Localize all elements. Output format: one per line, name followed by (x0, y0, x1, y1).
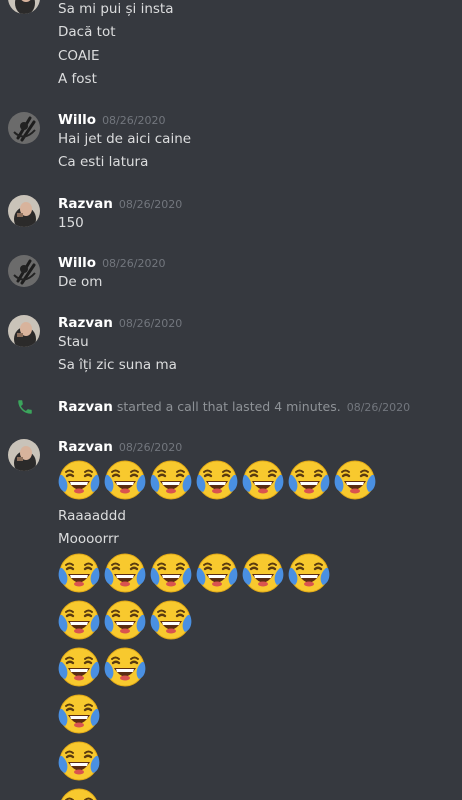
message-text: Ca esti latura (58, 154, 149, 170)
avatar-image (8, 195, 40, 227)
joy-emoji[interactable] (103, 551, 147, 595)
emoji-row (57, 786, 101, 800)
emoji-row (57, 598, 193, 642)
message-text: Sa mi pui și insta (58, 1, 174, 17)
joy-emoji[interactable] (57, 551, 101, 595)
avatar-image (8, 0, 40, 14)
message-text: Moooorrr (58, 531, 119, 547)
joy-emoji[interactable] (287, 458, 331, 502)
message-text: Hai jet de aici caine (58, 131, 192, 147)
call-message: Razvan started a call that lasted 4 minut… (58, 397, 410, 417)
message-text: Dacă tot (58, 24, 116, 40)
username[interactable]: Willo (58, 255, 96, 271)
joy-emoji[interactable] (57, 645, 101, 689)
joy-emoji[interactable] (195, 458, 239, 502)
timestamp: 08/26/2020 (118, 441, 183, 454)
user-avatar[interactable] (8, 0, 40, 14)
username[interactable]: Willo (58, 112, 96, 128)
avatar-image (8, 112, 40, 144)
joy-emoji[interactable] (103, 598, 147, 642)
message-header: Razvan 08/26/2020 (58, 437, 182, 457)
joy-emoji[interactable] (103, 458, 147, 502)
message-text: Raaaaddd (58, 508, 126, 524)
joy-emoji[interactable] (287, 551, 331, 595)
message-text: Stau (58, 334, 89, 350)
emoji-row (57, 458, 377, 502)
avatar-image (8, 255, 40, 287)
user-avatar[interactable] (8, 439, 40, 471)
joy-emoji[interactable] (333, 458, 377, 502)
username[interactable]: Razvan (58, 315, 113, 331)
emoji-row (57, 692, 101, 736)
chat-messages: Sa mi pui și insta Dacă tot COAIE A fost… (0, 0, 462, 800)
joy-emoji[interactable] (195, 551, 239, 595)
username[interactable]: Razvan (58, 399, 113, 415)
emoji-row (57, 645, 147, 689)
user-avatar[interactable] (8, 195, 40, 227)
timestamp: 08/26/2020 (102, 257, 166, 270)
message-header: Willo 08/26/2020 (58, 253, 165, 273)
message-text: A fost (58, 71, 97, 87)
call-text: started a call that lasted 4 minutes. (116, 399, 341, 414)
timestamp: 08/26/2020 (102, 114, 166, 127)
joy-emoji[interactable] (241, 551, 285, 595)
message-header: Razvan 08/26/2020 (58, 313, 182, 333)
timestamp: 08/26/2020 (346, 401, 411, 414)
joy-emoji[interactable] (149, 598, 193, 642)
joy-emoji[interactable] (57, 458, 101, 502)
user-avatar[interactable] (8, 112, 40, 144)
user-avatar[interactable] (8, 315, 40, 347)
joy-emoji[interactable] (149, 458, 193, 502)
message-header: Razvan 08/26/2020 (58, 194, 182, 214)
emoji-row (57, 739, 101, 783)
joy-emoji[interactable] (57, 598, 101, 642)
avatar-image (8, 439, 40, 471)
message-text: Sa îți zic suna ma (58, 357, 177, 373)
joy-emoji[interactable] (149, 551, 193, 595)
username[interactable]: Razvan (58, 196, 113, 212)
timestamp: 08/26/2020 (118, 317, 183, 330)
joy-emoji[interactable] (57, 692, 101, 736)
username[interactable]: Razvan (58, 439, 113, 455)
joy-emoji[interactable] (57, 786, 101, 800)
joy-emoji[interactable] (103, 645, 147, 689)
user-avatar[interactable] (8, 255, 40, 287)
message-text: 150 (58, 215, 84, 231)
joy-emoji[interactable] (57, 739, 101, 783)
timestamp: 08/26/2020 (118, 198, 183, 211)
message-header: Willo 08/26/2020 (58, 110, 165, 130)
phone-icon (18, 400, 32, 414)
emoji-row (57, 551, 331, 595)
joy-emoji[interactable] (241, 458, 285, 502)
message-text: COAIE (58, 48, 100, 64)
avatar-image (8, 315, 40, 347)
message-text: De om (58, 274, 103, 290)
